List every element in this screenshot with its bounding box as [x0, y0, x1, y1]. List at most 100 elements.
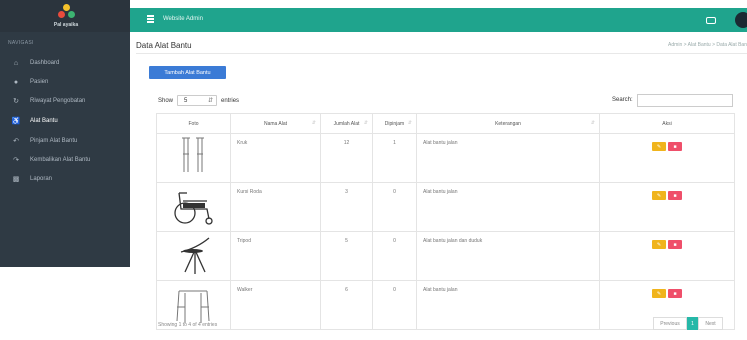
column-header-keterangan[interactable]: Keterangan ⇵: [416, 113, 600, 134]
share-icon: ↷: [13, 157, 19, 164]
sidebar-item-label: Dashboard: [30, 60, 60, 66]
crutches-image: [182, 137, 204, 172]
table-header-row: Foto Nama Alat ⇵ Jumlah Alat ⇵ Dipinjam ⇵ K…: [156, 113, 735, 134]
edit-button[interactable]: ✎: [652, 289, 666, 298]
sidebar-item-laporan[interactable]: ▩ Laporan: [0, 171, 130, 187]
brand-title: Website Admin: [163, 16, 203, 22]
trash-icon: ■: [673, 290, 677, 297]
page-1-button[interactable]: 1: [687, 317, 698, 330]
aksi-cell: ✎ ■: [599, 182, 735, 232]
sort-icon: ⇵: [363, 120, 368, 126]
sort-icon: ⇵: [407, 120, 412, 126]
trash-icon: ■: [673, 192, 677, 199]
sidebar-item-alat-bantu[interactable]: ♿ Alat Bantu: [0, 113, 130, 129]
delete-button[interactable]: ■: [668, 289, 682, 298]
history-icon: ↻: [13, 98, 19, 105]
delete-button[interactable]: ■: [668, 240, 682, 249]
logo-area: Pal ayaika: [0, 0, 130, 32]
photo-cell: [156, 182, 231, 232]
column-header-dipinjam[interactable]: Dipinjam ⇵: [372, 113, 417, 134]
wheelchair-icon: ♿: [11, 118, 21, 125]
table-row: Kursi Roda 3 0 Alat bantu jalan ✎ ■: [156, 182, 735, 232]
home-icon: ⌂: [13, 59, 19, 67]
table-info: Showing 1 to 4 of 4 entries: [158, 322, 218, 328]
mail-icon[interactable]: [706, 17, 716, 24]
trash-icon: ■: [673, 143, 677, 150]
keterangan-cell: Alat bantu jalan dan duduk: [416, 231, 600, 281]
sidebar-item-label: Pinjam Alat Bantu: [30, 138, 78, 144]
column-header-nama-alat[interactable]: Nama Alat ⇵: [230, 113, 321, 134]
table-row: Walker 6 0 Alat bantu jalan ✎ ■: [156, 280, 735, 330]
dipinjam-cell: 0: [372, 231, 417, 281]
edit-button[interactable]: ✎: [652, 191, 666, 200]
sidebar-item-label: Laporan: [30, 176, 53, 182]
pagination: Previous 1 Next: [653, 317, 723, 330]
sidebar-item-label: Alat Bantu: [30, 118, 58, 124]
sort-icon: ⇵: [590, 120, 595, 126]
delete-button[interactable]: ■: [668, 191, 682, 200]
nav-header: NAVIGASI: [8, 40, 34, 46]
logo-text: Pal ayaika: [53, 22, 79, 28]
top-navbar: Website Admin: [130, 8, 747, 32]
edit-button[interactable]: ✎: [652, 142, 666, 151]
dipinjam-cell: 0: [372, 182, 417, 232]
pencil-icon: ✎: [656, 290, 662, 297]
sidebar-item-label: Kembalikan Alat Bantu: [30, 157, 91, 163]
pencil-icon: ✎: [656, 192, 662, 199]
breadcrumb: Admin > Alat Bantu > Data Alat Ban: [668, 42, 747, 48]
column-header-foto[interactable]: Foto: [156, 113, 231, 134]
next-page-button[interactable]: Next: [698, 317, 723, 330]
entries-label: entries: [221, 97, 240, 104]
jumlah-alat-cell: 5: [320, 231, 373, 281]
user-icon: ●: [13, 78, 19, 86]
table-row: Kruk 12 1 Alat bantu jalan ✎ ■: [156, 133, 735, 183]
sidebar-item-pinjam-alat-bantu[interactable]: ↶ Pinjam Alat Bantu: [0, 133, 130, 149]
search-input[interactable]: [637, 94, 733, 107]
jumlah-alat-cell: 3: [320, 182, 373, 232]
sidebar-item-dashboard[interactable]: ⌂ Dashboard: [0, 55, 130, 71]
aksi-cell: ✎ ■: [599, 133, 735, 183]
keterangan-cell: Alat bantu jalan: [416, 280, 600, 330]
table-row: Tripod 5 0 Alat bantu jalan dan duduk ✎ …: [156, 231, 735, 281]
column-header-aksi: Aksi: [599, 113, 735, 134]
sidebar-item-label: Pasien: [30, 79, 49, 85]
sidebar-item-label: Riwayat Pengobatan: [30, 98, 86, 104]
entries-select[interactable]: 5 ⇵: [177, 95, 218, 106]
dipinjam-cell: 0: [372, 280, 417, 330]
walker-image: [176, 290, 210, 323]
sidebar-item-pasien[interactable]: ● Pasien: [0, 74, 130, 90]
search-label: Search:: [612, 97, 633, 103]
photo-cell: [156, 231, 231, 281]
dipinjam-cell: 1: [372, 133, 417, 183]
pencil-icon: ✎: [656, 143, 662, 150]
edit-button[interactable]: ✎: [652, 240, 666, 249]
sidebar: Pal ayaika NAVIGASI ⌂ Dashboard ● Pasien…: [0, 0, 130, 267]
trash-icon: ■: [673, 241, 677, 248]
show-label: Show: [158, 97, 174, 104]
jumlah-alat-cell: 6: [320, 280, 373, 330]
add-alat-bantu-button[interactable]: Tambah Alat Bantu: [149, 66, 226, 79]
sidebar-item-riwayat-pengobatan[interactable]: ↻ Riwayat Pengobatan: [0, 93, 130, 109]
alat-bantu-table: Foto Nama Alat ⇵ Jumlah Alat ⇵ Dipinjam ⇵ K…: [156, 113, 735, 330]
page-title: Data Alat Bantu: [136, 41, 192, 50]
delete-button[interactable]: ■: [668, 142, 682, 151]
entries-control: Show 5 ⇵ entries: [158, 95, 239, 106]
sort-icon: ⇵: [311, 120, 316, 126]
avatar[interactable]: [735, 12, 747, 28]
aksi-cell: ✎ ■: [599, 231, 735, 281]
divider: [136, 53, 747, 54]
hamburger-menu-icon[interactable]: [147, 15, 154, 23]
photo-cell: [156, 133, 231, 183]
column-header-jumlah-alat[interactable]: Jumlah Alat ⇵: [320, 113, 373, 134]
nama-alat-cell: Kursi Roda: [230, 182, 321, 232]
wheelchair-image: [174, 192, 213, 225]
nama-alat-cell: Kruk: [230, 133, 321, 183]
previous-page-button[interactable]: Previous: [653, 317, 687, 330]
keterangan-cell: Alat bantu jalan: [416, 133, 600, 183]
jumlah-alat-cell: 12: [320, 133, 373, 183]
car-icon: ▩: [12, 176, 20, 183]
nama-alat-cell: Tripod: [230, 231, 321, 281]
keterangan-cell: Alat bantu jalan: [416, 182, 600, 232]
sidebar-item-kembalikan-alat-bantu[interactable]: ↷ Kembalikan Alat Bantu: [0, 152, 130, 168]
entries-value: 5: [184, 97, 188, 104]
